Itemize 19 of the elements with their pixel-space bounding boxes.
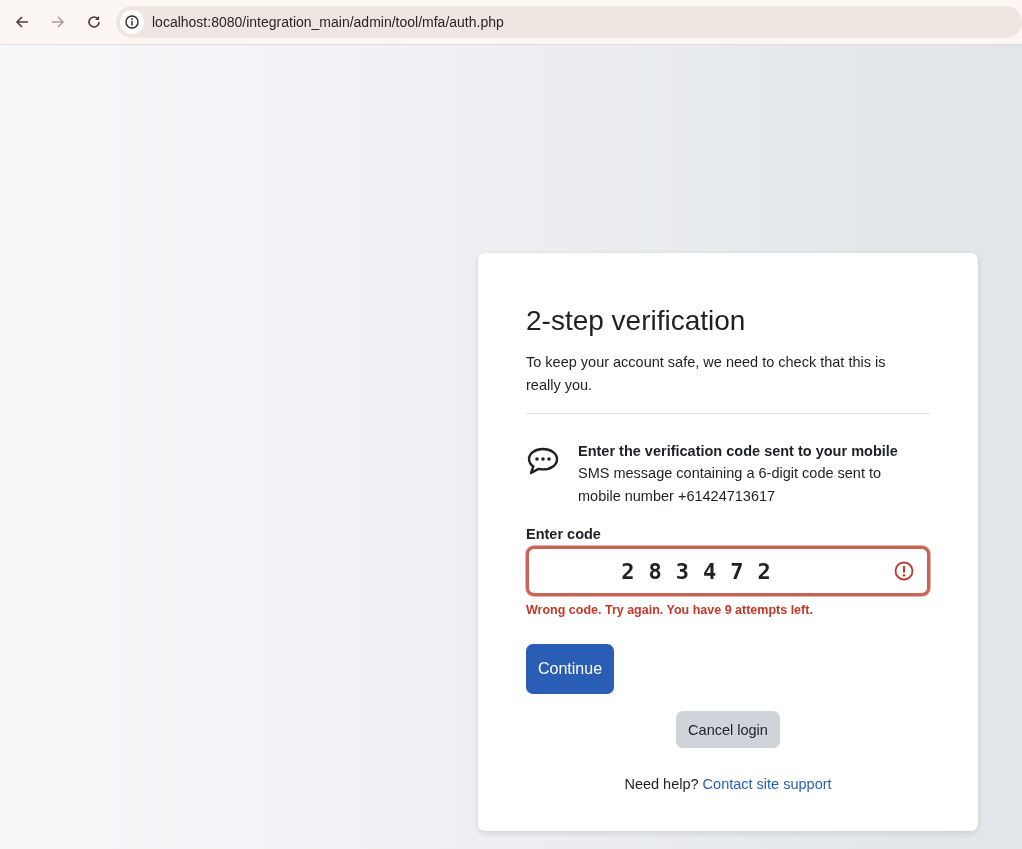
back-arrow-icon [15,15,29,29]
url-text: localhost:8080/integration_main/admin/tool/mfa/auth.php [152,14,504,30]
cancel-login-button[interactable]: Cancel login [676,711,780,748]
forward-arrow-icon [51,15,65,29]
code-field[interactable]: 283472 [526,546,930,596]
continue-button[interactable]: Continue [526,644,615,694]
chat-bubble-icon [526,446,560,476]
factor-heading: Enter the verification code sent to your mobile [578,442,899,461]
intro-text: To keep your account safe, we need to check that this is really you. [526,353,887,395]
factor-description: SMS message containing a 6-digit code sent to mobile number +61424713617 [578,464,883,506]
code-label: Enter code [526,525,602,544]
contact-support-link[interactable]: Contact site support [702,776,832,792]
card-title: 2-step verification [526,304,747,338]
help-text: Need help? Contact site support [623,776,833,792]
address-bar[interactable]: localhost:8080/integration_main/admin/tool/mfa/auth.php [116,6,1022,38]
reload-icon [87,15,101,29]
error-message: Wrong code. Try again. You have 9 attempts left. [526,603,814,617]
error-icon [894,561,914,581]
info-icon [125,15,139,29]
